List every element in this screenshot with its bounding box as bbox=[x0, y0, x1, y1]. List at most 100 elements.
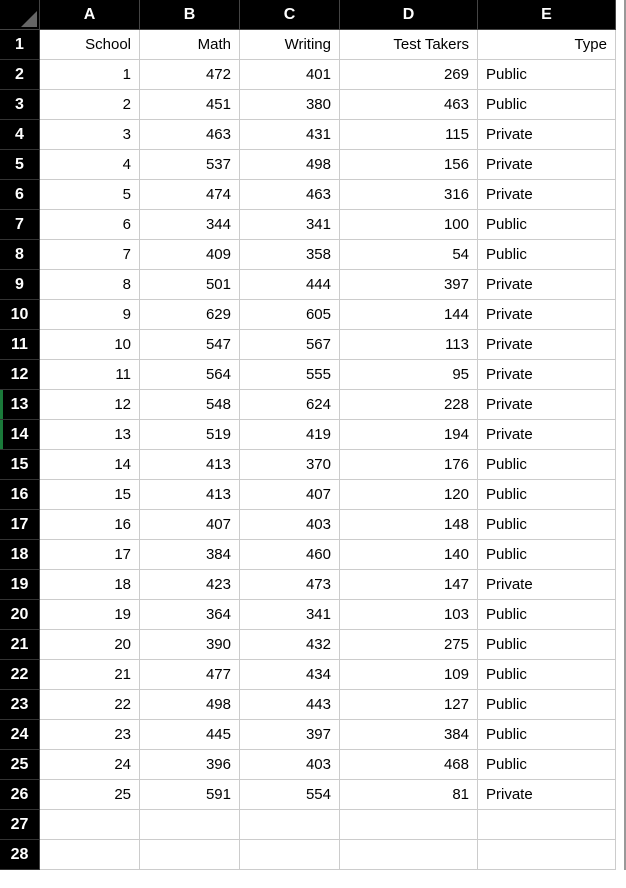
cell-b2[interactable]: 472 bbox=[140, 60, 240, 90]
cell-a1[interactable]: School bbox=[40, 30, 140, 60]
cell-e15[interactable]: Public bbox=[478, 450, 616, 480]
cell-e2[interactable]: Public bbox=[478, 60, 616, 90]
row-header-19[interactable]: 19 bbox=[0, 570, 40, 600]
cell-b7[interactable]: 344 bbox=[140, 210, 240, 240]
cell-d8[interactable]: 54 bbox=[340, 240, 478, 270]
cell-d19[interactable]: 147 bbox=[340, 570, 478, 600]
cell-b14[interactable]: 519 bbox=[140, 420, 240, 450]
row-header-27[interactable]: 27 bbox=[0, 810, 40, 840]
cell-e6[interactable]: Private bbox=[478, 180, 616, 210]
cell-e13[interactable]: Private bbox=[478, 390, 616, 420]
cell-a27[interactable] bbox=[40, 810, 140, 840]
cell-a19[interactable]: 18 bbox=[40, 570, 140, 600]
cell-a14[interactable]: 13 bbox=[40, 420, 140, 450]
cell-a24[interactable]: 23 bbox=[40, 720, 140, 750]
cell-a10[interactable]: 9 bbox=[40, 300, 140, 330]
cell-c13[interactable]: 624 bbox=[240, 390, 340, 420]
row-header-21[interactable]: 21 bbox=[0, 630, 40, 660]
cell-d20[interactable]: 103 bbox=[340, 600, 478, 630]
cell-b23[interactable]: 498 bbox=[140, 690, 240, 720]
cell-e26[interactable]: Private bbox=[478, 780, 616, 810]
cell-d26[interactable]: 81 bbox=[340, 780, 478, 810]
cell-a7[interactable]: 6 bbox=[40, 210, 140, 240]
cell-e8[interactable]: Public bbox=[478, 240, 616, 270]
cell-c15[interactable]: 370 bbox=[240, 450, 340, 480]
cell-c22[interactable]: 434 bbox=[240, 660, 340, 690]
cell-a11[interactable]: 10 bbox=[40, 330, 140, 360]
row-header-28[interactable]: 28 bbox=[0, 840, 40, 870]
row-header-14[interactable]: 14 bbox=[0, 420, 40, 450]
row-header-5[interactable]: 5 bbox=[0, 150, 40, 180]
cell-e1[interactable]: Type bbox=[478, 30, 616, 60]
cell-c27[interactable] bbox=[240, 810, 340, 840]
row-header-23[interactable]: 23 bbox=[0, 690, 40, 720]
cell-a17[interactable]: 16 bbox=[40, 510, 140, 540]
cell-a13[interactable]: 12 bbox=[40, 390, 140, 420]
row-header-2[interactable]: 2 bbox=[0, 60, 40, 90]
cell-b4[interactable]: 463 bbox=[140, 120, 240, 150]
cell-a12[interactable]: 11 bbox=[40, 360, 140, 390]
cell-c8[interactable]: 358 bbox=[240, 240, 340, 270]
cell-c10[interactable]: 605 bbox=[240, 300, 340, 330]
cell-c20[interactable]: 341 bbox=[240, 600, 340, 630]
cell-d1[interactable]: Test Takers bbox=[340, 30, 478, 60]
cell-b24[interactable]: 445 bbox=[140, 720, 240, 750]
cell-a21[interactable]: 20 bbox=[40, 630, 140, 660]
cell-b16[interactable]: 413 bbox=[140, 480, 240, 510]
cell-c26[interactable]: 554 bbox=[240, 780, 340, 810]
row-header-25[interactable]: 25 bbox=[0, 750, 40, 780]
cell-c12[interactable]: 555 bbox=[240, 360, 340, 390]
cell-a5[interactable]: 4 bbox=[40, 150, 140, 180]
cell-d6[interactable]: 316 bbox=[340, 180, 478, 210]
cell-e20[interactable]: Public bbox=[478, 600, 616, 630]
cell-a23[interactable]: 22 bbox=[40, 690, 140, 720]
column-header-a[interactable]: A bbox=[40, 0, 140, 30]
cell-a9[interactable]: 8 bbox=[40, 270, 140, 300]
cell-c21[interactable]: 432 bbox=[240, 630, 340, 660]
cell-b19[interactable]: 423 bbox=[140, 570, 240, 600]
cell-b25[interactable]: 396 bbox=[140, 750, 240, 780]
cell-e22[interactable]: Public bbox=[478, 660, 616, 690]
cell-a6[interactable]: 5 bbox=[40, 180, 140, 210]
row-header-24[interactable]: 24 bbox=[0, 720, 40, 750]
cell-d2[interactable]: 269 bbox=[340, 60, 478, 90]
cell-a28[interactable] bbox=[40, 840, 140, 870]
cell-a2[interactable]: 1 bbox=[40, 60, 140, 90]
cell-d13[interactable]: 228 bbox=[340, 390, 478, 420]
cell-b12[interactable]: 564 bbox=[140, 360, 240, 390]
row-header-20[interactable]: 20 bbox=[0, 600, 40, 630]
row-header-1[interactable]: 1 bbox=[0, 30, 40, 60]
cell-e9[interactable]: Private bbox=[478, 270, 616, 300]
cell-d21[interactable]: 275 bbox=[340, 630, 478, 660]
spreadsheet-grid[interactable]: ABCDE1SchoolMathWritingTest TakersType21… bbox=[0, 0, 626, 870]
cell-b8[interactable]: 409 bbox=[140, 240, 240, 270]
row-header-4[interactable]: 4 bbox=[0, 120, 40, 150]
cell-a25[interactable]: 24 bbox=[40, 750, 140, 780]
cell-d22[interactable]: 109 bbox=[340, 660, 478, 690]
cell-b22[interactable]: 477 bbox=[140, 660, 240, 690]
cell-b28[interactable] bbox=[140, 840, 240, 870]
cell-d4[interactable]: 115 bbox=[340, 120, 478, 150]
cell-a18[interactable]: 17 bbox=[40, 540, 140, 570]
cell-d27[interactable] bbox=[340, 810, 478, 840]
cell-e5[interactable]: Private bbox=[478, 150, 616, 180]
row-header-18[interactable]: 18 bbox=[0, 540, 40, 570]
cell-b1[interactable]: Math bbox=[140, 30, 240, 60]
row-header-12[interactable]: 12 bbox=[0, 360, 40, 390]
cell-c14[interactable]: 419 bbox=[240, 420, 340, 450]
cell-b5[interactable]: 537 bbox=[140, 150, 240, 180]
row-header-9[interactable]: 9 bbox=[0, 270, 40, 300]
cell-d17[interactable]: 148 bbox=[340, 510, 478, 540]
cell-e12[interactable]: Private bbox=[478, 360, 616, 390]
row-header-7[interactable]: 7 bbox=[0, 210, 40, 240]
cell-e18[interactable]: Public bbox=[478, 540, 616, 570]
cell-e23[interactable]: Public bbox=[478, 690, 616, 720]
cell-a20[interactable]: 19 bbox=[40, 600, 140, 630]
cell-d12[interactable]: 95 bbox=[340, 360, 478, 390]
cell-e17[interactable]: Public bbox=[478, 510, 616, 540]
cell-d15[interactable]: 176 bbox=[340, 450, 478, 480]
cell-e14[interactable]: Private bbox=[478, 420, 616, 450]
cell-d25[interactable]: 468 bbox=[340, 750, 478, 780]
cell-b27[interactable] bbox=[140, 810, 240, 840]
cell-d28[interactable] bbox=[340, 840, 478, 870]
